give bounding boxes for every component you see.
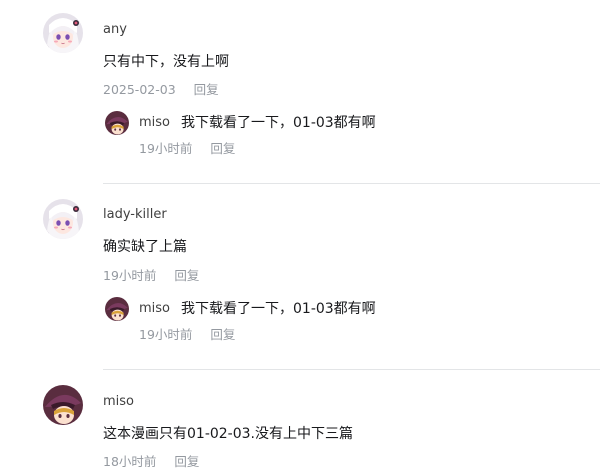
reply-button[interactable]: 回复 [194,82,219,97]
sub-reply-time: 19小时前 [139,141,193,156]
comment-content: 这本漫画只有01-02-03.没有上中下三篇 [103,426,353,442]
comment-username[interactable]: any [103,22,127,38]
avatar[interactable] [43,385,83,425]
comment-username[interactable]: lady-killer [103,207,167,223]
comment-meta: 19小时前 回复 [103,268,199,284]
witch-avatar-icon [43,385,83,425]
reply-button[interactable]: 回复 [174,454,199,469]
avatar[interactable] [43,199,83,239]
comment-meta: 2025-02-03 回复 [103,82,219,98]
reply-button[interactable]: 回复 [174,268,199,283]
sub-reply-time: 19小时前 [139,327,193,342]
comment-divider [103,183,600,184]
anime-girl-avatar-icon [43,13,83,53]
avatar[interactable] [105,297,129,321]
comment-time: 2025-02-03 [103,82,176,97]
sub-reply-username[interactable]: miso [139,301,170,317]
sub-reply-username[interactable]: miso [139,115,170,131]
witch-avatar-icon [105,111,129,135]
sub-reply-content: 我下载看了一下，01-03都有啊 [181,115,376,131]
comment-time: 18小时前 [103,454,157,469]
reply-button[interactable]: 回复 [210,141,235,156]
witch-avatar-icon [105,297,129,321]
sub-reply-meta: 19小时前 回复 [139,141,235,157]
sub-reply-content: 我下载看了一下，01-03都有啊 [181,301,376,317]
comment-divider [103,369,600,370]
reply-button[interactable]: 回复 [210,327,235,342]
anime-girl-avatar-icon [43,199,83,239]
comment-time: 19小时前 [103,268,157,283]
comment-username[interactable]: miso [103,394,134,410]
comment-content: 确实缺了上篇 [103,239,187,255]
sub-reply-meta: 19小时前 回复 [139,327,235,343]
comment-content: 只有中下，没有上啊 [103,54,229,70]
comment-meta: 18小时前 回复 [103,454,199,470]
avatar[interactable] [105,111,129,135]
avatar[interactable] [43,13,83,53]
